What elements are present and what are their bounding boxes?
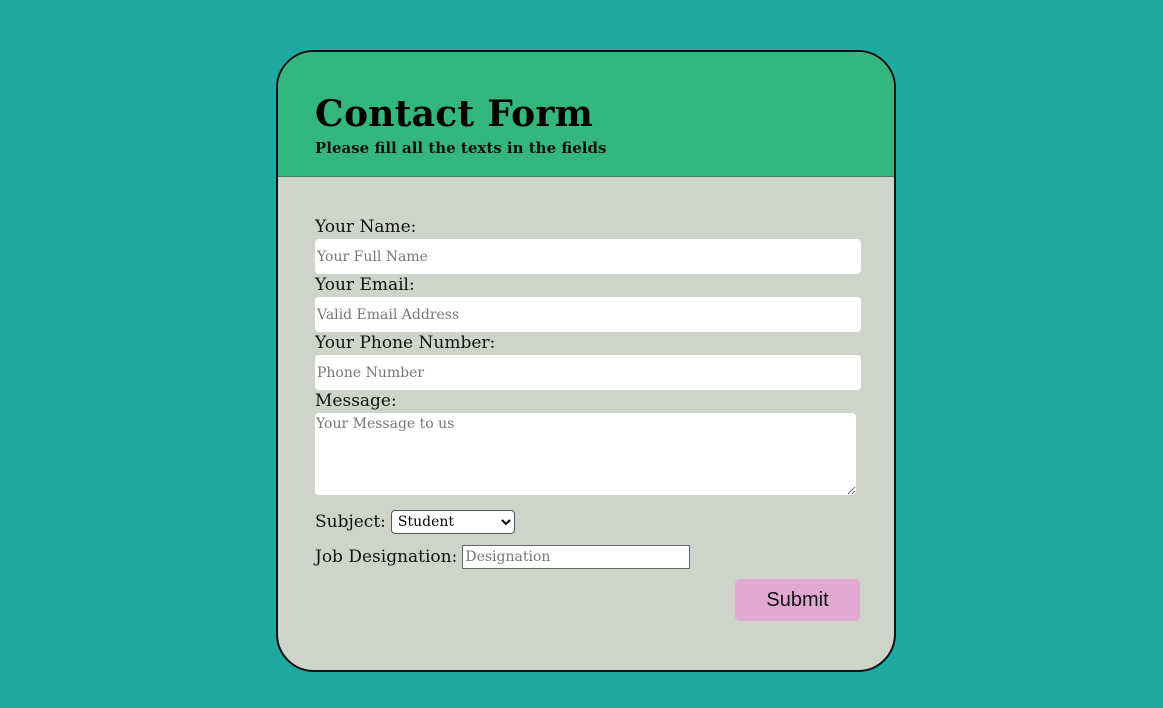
contact-form-card: Contact Form Please fill all the texts i… xyxy=(276,50,896,672)
job-label: Job Designation: xyxy=(315,547,458,567)
phone-label: Your Phone Number: xyxy=(315,333,496,353)
job-designation-input[interactable] xyxy=(462,545,691,569)
job-row: Job Designation: xyxy=(315,545,691,569)
form-subtitle: Please fill all the texts in the fields xyxy=(315,139,607,157)
subject-row: Subject: Student xyxy=(315,510,515,534)
name-label: Your Name: xyxy=(315,217,417,237)
form-header: Contact Form Please fill all the texts i… xyxy=(278,52,894,177)
form-title: Contact Form xyxy=(315,93,594,135)
subject-select[interactable]: Student xyxy=(390,510,515,534)
name-input[interactable] xyxy=(315,239,861,274)
submit-button[interactable]: Submit xyxy=(735,579,860,621)
subject-label: Subject: xyxy=(315,512,386,532)
email-label: Your Email: xyxy=(315,275,415,295)
email-input[interactable] xyxy=(315,297,861,332)
message-textarea[interactable] xyxy=(315,413,856,495)
phone-input[interactable] xyxy=(315,355,861,390)
message-label: Message: xyxy=(315,391,397,411)
